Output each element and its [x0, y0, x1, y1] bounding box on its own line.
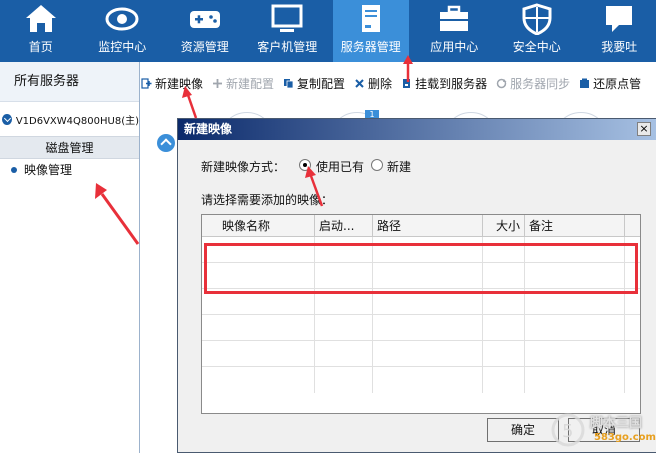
new-config-button[interactable]: 新建配置: [212, 75, 274, 92]
toolbar-label: 新建配置: [226, 75, 274, 92]
watermark: 5 脚本三国 583go.com: [548, 408, 656, 453]
watermark-brand: 脚本三国: [590, 412, 642, 431]
nav-label: 监控中心: [86, 38, 160, 55]
create-new-radio[interactable]: [371, 159, 383, 171]
create-new-label[interactable]: 新建: [387, 158, 411, 175]
home-icon: [24, 3, 58, 35]
col-boot[interactable]: 启动...: [315, 215, 373, 236]
new-image-button[interactable]: 新建映像: [141, 75, 203, 92]
toolbar-label: 新建映像: [155, 75, 203, 92]
col-image-name[interactable]: 映像名称: [202, 215, 315, 236]
use-existing-radio[interactable]: [299, 159, 311, 171]
col-path[interactable]: 路径: [373, 215, 483, 236]
watermark-url: 583go.com: [594, 432, 656, 443]
toolbar-label: 删除: [368, 75, 392, 92]
mount-to-server-button[interactable]: 挂载到服务器: [401, 75, 487, 92]
toolbar-label: 还原点管: [593, 75, 641, 92]
nav-item-clients[interactable]: 客户机管理: [251, 0, 325, 62]
sidebar-item-disk[interactable]: 磁盘管理: [0, 136, 139, 158]
mount-icon: [401, 78, 412, 89]
dialog-title-bar: 新建映像 ×: [178, 119, 656, 140]
nav-label: 首页: [5, 38, 77, 55]
col-size[interactable]: 大小: [483, 215, 525, 236]
col-spacer: [625, 215, 640, 236]
new-image-dialog: 新建映像 × 新建映像方式： 使用已有 新建 请选择需要添加的映像： 映像名称 …: [177, 118, 656, 453]
sidebar-item-images[interactable]: 映像管理: [0, 158, 139, 180]
toolbar: 新建映像 新建配置 复制配置 删除 挂载到服务器 服务器同步: [141, 68, 656, 98]
nav-label: 客户机管理: [251, 38, 325, 55]
server-document-icon: [354, 3, 388, 35]
col-remark[interactable]: 备注: [525, 215, 625, 236]
bullet-icon: [11, 167, 17, 173]
eye-icon: [105, 3, 139, 35]
nav-label: 我要吐: [583, 38, 656, 55]
server-sync-button[interactable]: 服务器同步: [496, 75, 570, 92]
nav-item-servers[interactable]: 服务器管理: [333, 0, 408, 62]
table-row[interactable]: [202, 367, 640, 393]
nav-item-security[interactable]: 安全中心: [500, 0, 574, 62]
plus-icon: [212, 78, 223, 89]
svg-text:5: 5: [562, 421, 573, 442]
gamepad-icon: [188, 3, 222, 35]
use-existing-label[interactable]: 使用已有: [316, 158, 364, 175]
nav-item-monitor[interactable]: 监控中心: [86, 0, 160, 62]
top-nav: 首页 监控中心 资源管理 客户机管理 服务器管理: [0, 0, 656, 62]
monitor-icon: [270, 3, 304, 35]
mode-label: 新建映像方式：: [201, 158, 285, 175]
dialog-title: 新建映像: [184, 122, 232, 136]
restore-point-button[interactable]: 还原点管: [579, 75, 641, 92]
close-icon[interactable]: ×: [637, 122, 651, 136]
toolbar-label: 挂载到服务器: [415, 75, 487, 92]
grid-header: 映像名称 启动... 路径 大小 备注: [202, 215, 640, 237]
nav-item-resources[interactable]: 资源管理: [168, 0, 242, 62]
toolbar-label: 复制配置: [297, 75, 345, 92]
select-image-label: 请选择需要添加的映像：: [201, 191, 333, 208]
server-name: V1D6VXW4Q800HU8(主): [16, 112, 139, 127]
toolbox-icon: [437, 3, 471, 35]
all-servers-header[interactable]: 所有服务器: [0, 62, 139, 102]
shield-icon: [520, 3, 554, 35]
nav-item-home[interactable]: 首页: [5, 0, 77, 62]
delete-button[interactable]: 删除: [354, 75, 392, 92]
collapse-icon[interactable]: [2, 114, 12, 125]
nav-label: 安全中心: [500, 38, 574, 55]
table-row[interactable]: [202, 315, 640, 341]
table-row[interactable]: [202, 341, 640, 367]
annotation-highlight-box: [204, 243, 638, 294]
new-image-icon: [141, 78, 152, 89]
nav-item-feedback[interactable]: 我要吐: [583, 0, 656, 62]
nav-label: 资源管理: [168, 38, 242, 55]
restore-point-icon: [579, 78, 590, 89]
nav-label: 应用中心: [418, 38, 492, 55]
chat-icon: [602, 3, 636, 35]
toolbar-label: 服务器同步: [510, 75, 570, 92]
server-tree-panel: 所有服务器 V1D6VXW4Q800HU8(主) 磁盘管理 映像管理: [0, 62, 140, 453]
nav-item-apps[interactable]: 应用中心: [418, 0, 492, 62]
copy-config-button[interactable]: 复制配置: [283, 75, 345, 92]
delete-x-icon: [354, 78, 365, 89]
server-node[interactable]: V1D6VXW4Q800HU8(主): [0, 102, 139, 136]
nav-label: 服务器管理: [333, 38, 408, 55]
sync-icon: [496, 78, 507, 89]
scroll-up-icon[interactable]: [157, 134, 175, 152]
sidebar-item-label: 映像管理: [24, 163, 72, 177]
copy-icon: [283, 78, 294, 89]
